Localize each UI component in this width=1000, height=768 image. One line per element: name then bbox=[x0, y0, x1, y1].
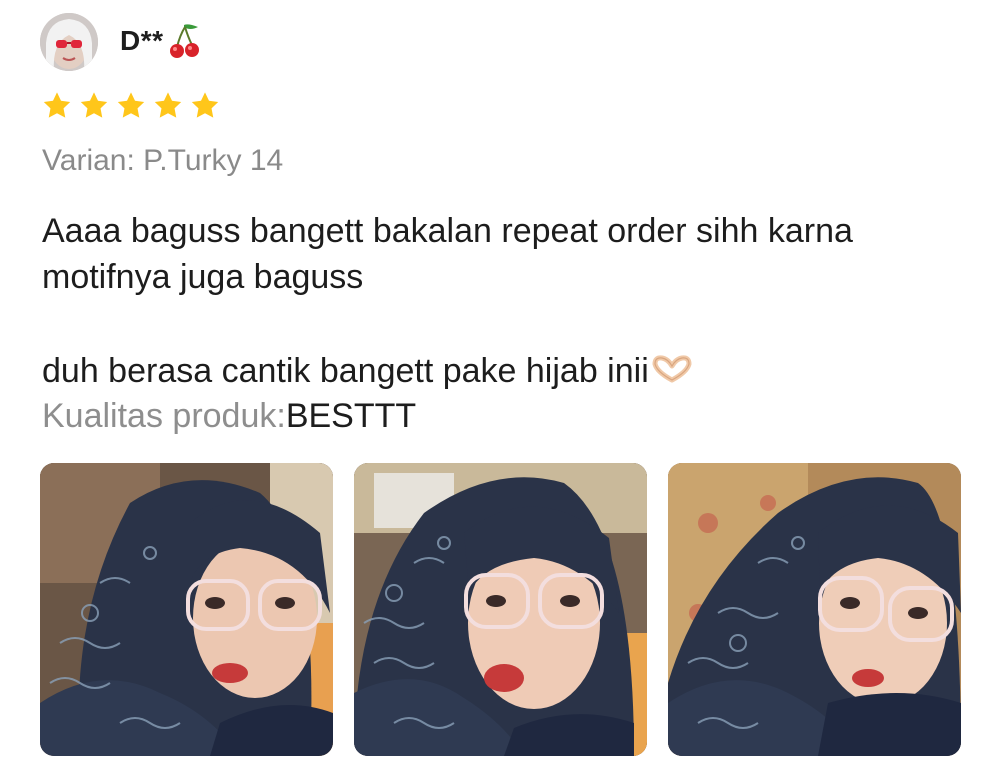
variant-label: Varian: P.Turky 14 bbox=[42, 144, 284, 177]
review-photo-3[interactable] bbox=[668, 463, 961, 756]
quality-value: BESTTT bbox=[285, 397, 417, 435]
username[interactable]: D** bbox=[120, 25, 164, 57]
comment-line-2-wrap: duh berasa cantik bangett pake hijab ini… bbox=[42, 348, 942, 394]
cherry-icon bbox=[168, 21, 202, 61]
review-photo-2[interactable] bbox=[354, 463, 647, 756]
star-icon bbox=[117, 92, 145, 118]
comment-line-2: duh berasa cantik bangett pake hijab ini… bbox=[42, 352, 649, 390]
quality-label: Kualitas produk: bbox=[42, 397, 286, 435]
comment-line-1: Aaaa baguss bangett bakalan repeat order… bbox=[42, 212, 853, 296]
quality-row: Kualitas produk:BESTTT bbox=[42, 397, 416, 436]
review-card: D** Varian: P.Turky 14 Aaaa baguss bange bbox=[0, 0, 1000, 768]
username-row: D** bbox=[120, 21, 202, 61]
review-header: D** bbox=[40, 13, 202, 71]
heart-hands-icon bbox=[651, 350, 693, 383]
rating-stars bbox=[40, 90, 222, 122]
review-photos bbox=[40, 463, 961, 756]
star-icon bbox=[80, 92, 108, 118]
user-avatar[interactable] bbox=[40, 13, 98, 71]
review-photo-1[interactable] bbox=[40, 463, 333, 756]
star-icon bbox=[154, 92, 182, 118]
review-comment: Aaaa baguss bangett bakalan repeat order… bbox=[42, 208, 942, 394]
star-icon bbox=[43, 92, 71, 118]
star-icon bbox=[191, 92, 219, 118]
